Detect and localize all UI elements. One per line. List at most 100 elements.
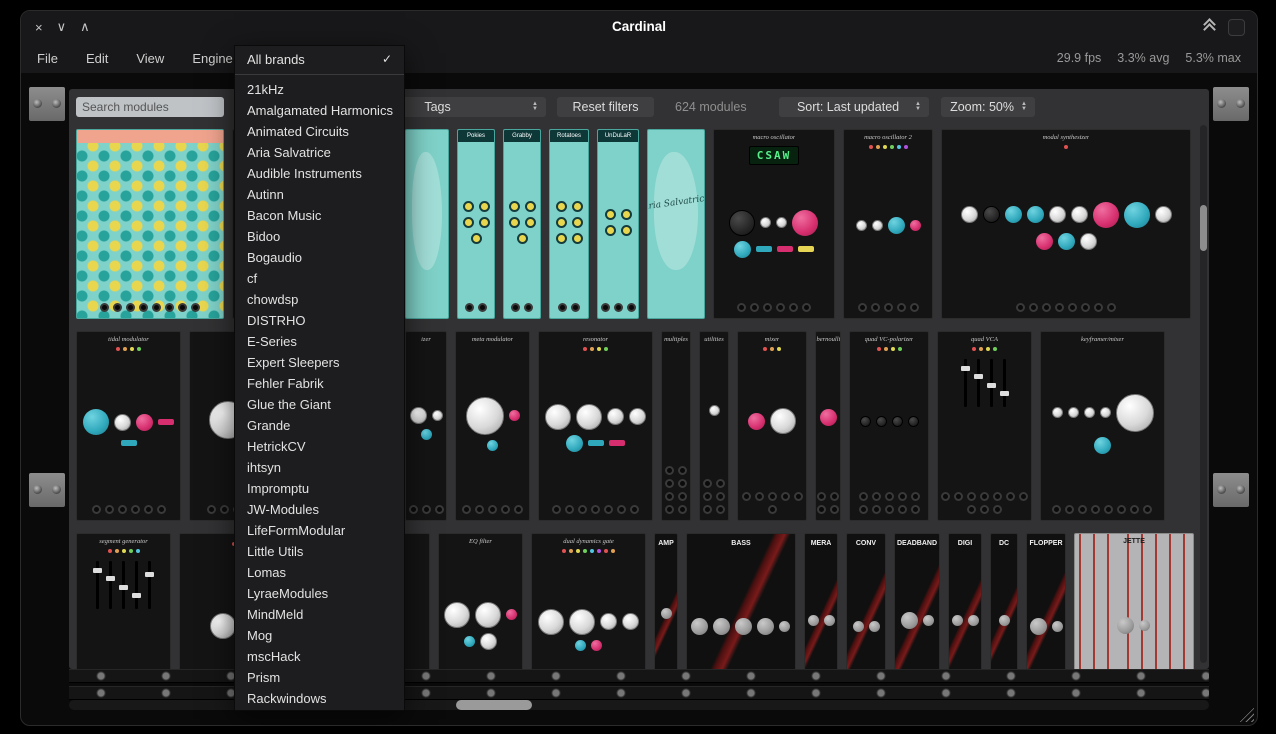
search-input[interactable]: [76, 97, 224, 117]
module-preview-segment-generator[interactable]: segment generator: [76, 533, 171, 669]
module-preview-mixer[interactable]: mixer: [737, 331, 807, 521]
vertical-scrollbar-handle[interactable]: [1200, 205, 1207, 251]
module-preview-amp[interactable]: AMP: [654, 533, 678, 669]
module-preview-blank[interactable]: Aria Salvatrice: [647, 129, 705, 319]
brand-menu-item-fehler-fabrik[interactable]: Fehler Fabrik: [235, 373, 404, 394]
brand-menu-item-ihtsyn[interactable]: ihtsyn: [235, 457, 404, 478]
module-preview-dual-dynamics-gate[interactable]: dual dynamics gate: [531, 533, 646, 669]
horizontal-scrollbar-handle[interactable]: [456, 700, 532, 710]
brand-menu-item-glue-the-giant[interactable]: Glue the Giant: [235, 394, 404, 415]
port-icon: [152, 303, 161, 312]
module-preview-jette[interactable]: JETTE: [1074, 533, 1194, 669]
brand-menu-item-rackwindows[interactable]: Rackwindows: [235, 688, 404, 709]
module-preview-undular[interactable]: UnDuLaR: [597, 129, 639, 319]
brand-menu-item-mschack[interactable]: mscHack: [235, 646, 404, 667]
led-icon: [108, 549, 112, 553]
brand-menu-item-autinn[interactable]: Autinn: [235, 184, 404, 205]
brand-menu-item-grande[interactable]: Grande: [235, 415, 404, 436]
close-button[interactable]: ×: [35, 20, 43, 35]
brand-menu-item-lyraemodules[interactable]: LyraeModules: [235, 583, 404, 604]
module-preview-eq-filter[interactable]: EQ filter: [438, 533, 523, 669]
brand-menu-item-hetrickcv[interactable]: HetrickCV: [235, 436, 404, 457]
menu-file[interactable]: File: [37, 51, 58, 66]
module-preview-modal-synthesizer[interactable]: modal synthesizer: [941, 129, 1191, 319]
module-preview-blank[interactable]: [76, 129, 224, 319]
port-icon: [830, 505, 839, 514]
reset-filters-button[interactable]: Reset filters: [557, 97, 654, 117]
knob-icon: [1071, 206, 1088, 223]
module-preview-multiples[interactable]: multiples: [661, 331, 691, 521]
port-icon: [1052, 505, 1061, 514]
module-preview-grabby[interactable]: Grabby: [503, 129, 541, 319]
brand-menu-item-lomas[interactable]: Lomas: [235, 562, 404, 583]
resize-grip[interactable]: [1239, 707, 1254, 722]
brand-menu-item-audible-instruments[interactable]: Audible Instruments: [235, 163, 404, 184]
brand-menu-item-cf[interactable]: cf: [235, 268, 404, 289]
module-preview-macro-oscillator-2[interactable]: macro oscillator 2: [843, 129, 933, 319]
minimize-button[interactable]: ∨: [57, 19, 67, 35]
knob-icon: [757, 618, 774, 635]
module-name: MERA: [811, 540, 832, 547]
brand-menu-item-bacon-music[interactable]: Bacon Music: [235, 205, 404, 226]
brand-menu-item-all-brands[interactable]: All brands ✓: [235, 49, 404, 70]
brand-menu-item-prism[interactable]: Prism: [235, 667, 404, 688]
module-preview-meta-modulator[interactable]: meta modulator: [455, 331, 530, 521]
brand-menu-item-expert-sleepers[interactable]: Expert Sleepers: [235, 352, 404, 373]
brand-menu-item-bidoo[interactable]: Bidoo: [235, 226, 404, 247]
module-preview-digi[interactable]: DIGI: [948, 533, 982, 669]
module-preview-keyframer-mixer[interactable]: keyframer/mixer: [1040, 331, 1165, 521]
brand-menu-item-21khz[interactable]: 21kHz: [235, 79, 404, 100]
port-row: [405, 502, 447, 520]
module-preview-flopper[interactable]: FLOPPER: [1026, 533, 1066, 669]
brand-menu-item-e-series[interactable]: E-Series: [235, 331, 404, 352]
brand-menu-item-mog[interactable]: Mog: [235, 625, 404, 646]
module-preview-utilities[interactable]: utilities: [699, 331, 729, 521]
port-icon: [884, 303, 893, 312]
brand-menu-item-distrho[interactable]: DISTRHO: [235, 310, 404, 331]
brand-menu-item-chowdsp[interactable]: chowdsp: [235, 289, 404, 310]
menu-edit[interactable]: Edit: [86, 51, 108, 66]
module-preview-resonator[interactable]: resonator: [538, 331, 653, 521]
module-preview-blank[interactable]: [405, 129, 449, 319]
zoom-dropdown[interactable]: Zoom: 50%: [941, 97, 1035, 117]
brand-menu-item-aria-salvatrice[interactable]: Aria Salvatrice: [235, 142, 404, 163]
check-icon: ✓: [382, 49, 392, 70]
brand-menu-item-animated-circuits[interactable]: Animated Circuits: [235, 121, 404, 142]
knob-icon: [983, 206, 1000, 223]
module-preview-pokies[interactable]: Pokies: [457, 129, 495, 319]
brand-menu-item-little-utils[interactable]: Little Utils: [235, 541, 404, 562]
brand-menu-item-bogaudio[interactable]: Bogaudio: [235, 247, 404, 268]
knob-icon: [464, 636, 475, 647]
port-icon: [755, 492, 764, 501]
module-preview-dc[interactable]: DC: [990, 533, 1018, 669]
knob-icon: [506, 609, 517, 620]
label-chip: [798, 246, 814, 252]
port-icon: [552, 505, 561, 514]
module-preview-tidal-modulator[interactable]: tidal modulator: [76, 331, 181, 521]
module-preview-rotatoes[interactable]: Rotatoes: [549, 129, 589, 319]
brand-menu-item-jw-modules[interactable]: JW-Modules: [235, 499, 404, 520]
module-preview-mera[interactable]: MERA: [804, 533, 838, 669]
knob-icon: [576, 404, 602, 430]
collapse-all-icon[interactable]: [1202, 20, 1216, 34]
module-preview-bernoulli-gate[interactable]: bernoulli gate: [815, 331, 841, 521]
brand-menu-item-mindmeld[interactable]: MindMeld: [235, 604, 404, 625]
brand-menu-item-impromptu[interactable]: Impromptu: [235, 478, 404, 499]
sort-dropdown[interactable]: Sort: Last updated: [779, 97, 929, 117]
module-preview-quad-vc-polarizer[interactable]: quad VC-polarizer: [849, 331, 929, 521]
module-preview-deadband[interactable]: DEADBAND: [894, 533, 940, 669]
module-preview-izer[interactable]: izer: [405, 331, 447, 521]
module-preview-quad-vca[interactable]: quad VCA: [937, 331, 1032, 521]
maximize-button[interactable]: ∧: [80, 19, 90, 35]
knob-icon: [952, 615, 963, 626]
module-preview-macro-oscillator[interactable]: macro oscillatorCSAW: [713, 129, 835, 319]
module-name: Rotatoes: [550, 130, 588, 142]
module-preview-conv[interactable]: CONV: [846, 533, 886, 669]
menu-view[interactable]: View: [136, 51, 164, 66]
menu-engine[interactable]: Engine: [192, 51, 232, 66]
brand-menu-item-amalgamated-harmonics[interactable]: Amalgamated Harmonics: [235, 100, 404, 121]
knob-area: [457, 142, 495, 300]
module-preview-bass[interactable]: BASS: [686, 533, 796, 669]
knob-icon: [1036, 233, 1053, 250]
brand-menu-item-lifeformmodular[interactable]: LifeFormModular: [235, 520, 404, 541]
